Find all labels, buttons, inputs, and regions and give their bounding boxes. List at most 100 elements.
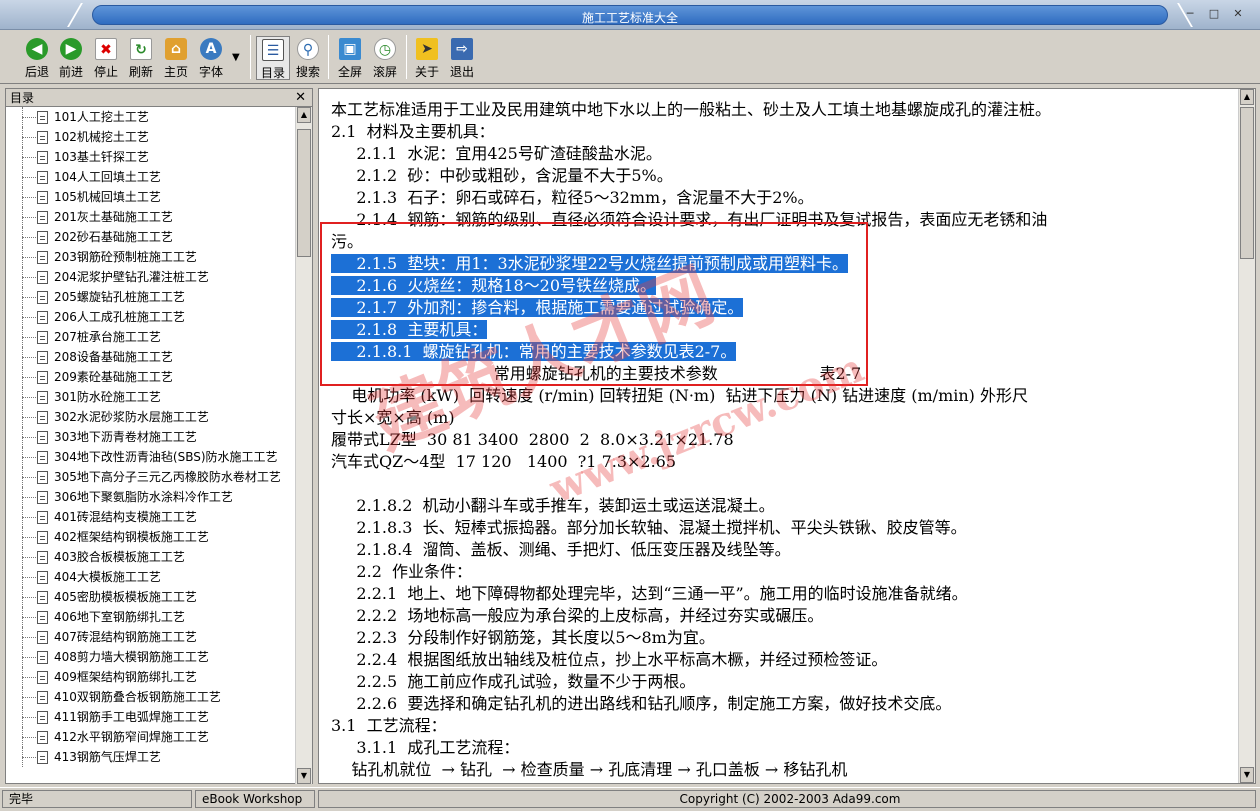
- scroll-up-arrow-icon[interactable]: ▲: [1240, 89, 1254, 105]
- toc-item[interactable]: 209素砼基础施工工艺: [6, 367, 296, 387]
- toc-item[interactable]: 205螺旋钻孔桩施工工艺: [6, 287, 296, 307]
- toc-item-label: 206人工成孔桩施工工艺: [54, 310, 185, 324]
- toc-item[interactable]: 208设备基础施工工艺: [6, 347, 296, 367]
- close-icon[interactable]: ✕: [1228, 5, 1248, 23]
- toc-item-label: 411钢筋手工电弧焊施工工艺: [54, 710, 209, 724]
- toc-item-label: 403胶合板模板施工工艺: [54, 550, 185, 564]
- document-icon: [37, 311, 48, 324]
- document-line: 2.1 材料及主要机具：: [331, 121, 1231, 143]
- toc-item[interactable]: 403胶合板模板施工工艺: [6, 547, 296, 567]
- content-scrollbar[interactable]: ▲ ▼: [1238, 89, 1255, 783]
- document-line-text: 2.2.3 分段制作好钢筋笼，其长度以5～8m为宜。: [331, 628, 715, 647]
- forward-button[interactable]: ▶ 前进: [54, 36, 88, 80]
- search-icon: ⚲: [297, 38, 319, 60]
- toc-scrollbar[interactable]: ▲ ▼: [295, 107, 312, 784]
- toc-item-label: 306地下聚氨脂防水涂料冷作工艺: [54, 490, 233, 504]
- exit-door-icon: ⇨: [451, 38, 473, 60]
- autoscroll-button[interactable]: ◷ 滚屏: [368, 36, 402, 80]
- toc-item[interactable]: 206人工成孔桩施工工艺: [6, 307, 296, 327]
- toolbar: ◀ 后退 ▶ 前进 ✖ 停止 ↻ 刷新 ⌂ 主页 A 字体 ▼ ☰ 目录 ⚲ 搜…: [0, 30, 1260, 84]
- document-icon: [37, 211, 48, 224]
- scroll-down-arrow-icon[interactable]: ▼: [297, 768, 311, 784]
- document-line-text: 2.1.8.2 机动小翻斗车或手推车，装卸运土或运送混凝土。: [331, 496, 775, 515]
- document-icon: [37, 171, 48, 184]
- refresh-button[interactable]: ↻ 刷新: [124, 36, 158, 80]
- document-line: 2.1.8.4 溜筒、盖板、测绳、手把灯、低压变压器及线坠等。: [331, 539, 1231, 561]
- toc-item-label: 405密肋模板模板施工工艺: [54, 590, 197, 604]
- toc-item[interactable]: 410双钢筋叠合板钢筋施工工艺: [6, 687, 296, 707]
- toc-item[interactable]: 302水泥砂浆防水层施工工艺: [6, 407, 296, 427]
- document-line: 汽车式QZ～4型 17 120 1400 ?1 7.3×2.65: [331, 451, 1231, 473]
- toc-item[interactable]: 105机械回填土工艺: [6, 187, 296, 207]
- document-icon: [37, 191, 48, 204]
- document-line: 电机功率 (kW) 回转速度 (r/min) 回转扭矩 (N·m) 钻进下压力 …: [331, 385, 1231, 407]
- toc-item[interactable]: 407砖混结构钢筋施工工艺: [6, 627, 296, 647]
- minimize-icon[interactable]: ─: [1180, 5, 1200, 23]
- pointer-icon: ➤: [416, 38, 438, 60]
- clock-icon: ◷: [374, 38, 396, 60]
- document-icon: [37, 111, 48, 124]
- toolbar-separator: [328, 35, 329, 79]
- document-icon: [37, 251, 48, 264]
- toc-item[interactable]: 201灰土基础施工工艺: [6, 207, 296, 227]
- toc-item[interactable]: 305地下高分子三元乙丙橡胶防水卷材工艺: [6, 467, 296, 487]
- toc-item[interactable]: 411钢筋手工电弧焊施工工艺: [6, 707, 296, 727]
- toc-item[interactable]: 408剪力墙大模钢筋施工工艺: [6, 647, 296, 667]
- toc-item[interactable]: 202砂石基础施工工艺: [6, 227, 296, 247]
- toc-button[interactable]: ☰ 目录: [256, 36, 290, 80]
- document-icon: [37, 651, 48, 664]
- document-icon: [37, 271, 48, 284]
- document-icon: [37, 151, 48, 164]
- forward-arrow-icon: ▶: [60, 38, 82, 60]
- toc-item[interactable]: 306地下聚氨脂防水涂料冷作工艺: [6, 487, 296, 507]
- toc-item[interactable]: 401砖混结构支模施工工艺: [6, 507, 296, 527]
- about-button[interactable]: ➤ 关于: [410, 36, 444, 80]
- annotation-box: [320, 222, 868, 386]
- toc-item[interactable]: 402框架结构钢模板施工工艺: [6, 527, 296, 547]
- toc-item-label: 301防水砼施工工艺: [54, 390, 161, 404]
- toc-item[interactable]: 413钢筋气压焊工艺: [6, 747, 296, 767]
- toc-item[interactable]: 405密肋模板模板施工工艺: [6, 587, 296, 607]
- refresh-icon: ↻: [130, 38, 152, 60]
- toc-item[interactable]: 101人工挖土工艺: [6, 107, 296, 127]
- scroll-down-arrow-icon[interactable]: ▼: [1240, 767, 1254, 783]
- toc-item-label: 410双钢筋叠合板钢筋施工工艺: [54, 690, 221, 704]
- exit-button[interactable]: ⇨ 退出: [445, 36, 479, 80]
- home-button[interactable]: ⌂ 主页: [159, 36, 193, 80]
- toc-item[interactable]: 203钢筋砼预制桩施工工艺: [6, 247, 296, 267]
- toc-item[interactable]: 304地下改性沥青油毡(SBS)防水施工工艺: [6, 447, 296, 467]
- toc-item-label: 104人工回填土工艺: [54, 170, 161, 184]
- toc-item[interactable]: 409框架结构钢筋绑扎工艺: [6, 667, 296, 687]
- toc-item[interactable]: 207桩承台施工工艺: [6, 327, 296, 347]
- toc-item[interactable]: 303地下沥青卷材施工工艺: [6, 427, 296, 447]
- toc-item[interactable]: 412水平钢筋窄间焊施工工艺: [6, 727, 296, 747]
- back-arrow-icon: ◀: [26, 38, 48, 60]
- document-icon: [37, 351, 48, 364]
- toc-item[interactable]: 104人工回填土工艺: [6, 167, 296, 187]
- document-line: 2.2.5 施工前应作成孔试验，数量不少于两根。: [331, 671, 1231, 693]
- fullscreen-button[interactable]: ▣ 全屏: [333, 36, 367, 80]
- maximize-icon[interactable]: □: [1204, 5, 1224, 23]
- toc-item[interactable]: 103基土钎探工艺: [6, 147, 296, 167]
- toc-item[interactable]: 204泥浆护壁钻孔灌注桩工艺: [6, 267, 296, 287]
- toc-item[interactable]: 301防水砼施工工艺: [6, 387, 296, 407]
- document-icon: [37, 751, 48, 764]
- search-button[interactable]: ⚲ 搜索: [291, 36, 325, 80]
- document-line: 2.1.8.3 长、短棒式振捣器。部分加长软轴、混凝土搅拌机、平尖头铁锹、胶皮管…: [331, 517, 1231, 539]
- back-button[interactable]: ◀ 后退: [20, 36, 54, 80]
- document-line-text: 3.1 工艺流程：: [331, 716, 447, 735]
- toc-item-label: 409框架结构钢筋绑扎工艺: [54, 670, 197, 684]
- toc-item[interactable]: 404大模板施工工艺: [6, 567, 296, 587]
- document-line-text: 电机功率 (kW) 回转速度 (r/min) 回转扭矩 (N·m) 钻进下压力 …: [331, 386, 1028, 405]
- scroll-thumb[interactable]: [297, 129, 311, 257]
- font-dropdown-icon[interactable]: ▼: [232, 52, 240, 63]
- close-panel-icon[interactable]: ✕: [295, 89, 306, 107]
- font-button[interactable]: A 字体: [194, 36, 228, 80]
- stop-button[interactable]: ✖ 停止: [89, 36, 123, 80]
- document-line: 2.2.4 根据图纸放出轴线及桩位点，抄上水平标高木橛，并经过预检签证。: [331, 649, 1231, 671]
- toc-item-label: 201灰土基础施工工艺: [54, 210, 173, 224]
- toc-item[interactable]: 406地下室钢筋绑扎工艺: [6, 607, 296, 627]
- scroll-thumb[interactable]: [1240, 107, 1254, 259]
- toc-item[interactable]: 102机械挖土工艺: [6, 127, 296, 147]
- scroll-up-arrow-icon[interactable]: ▲: [297, 107, 311, 123]
